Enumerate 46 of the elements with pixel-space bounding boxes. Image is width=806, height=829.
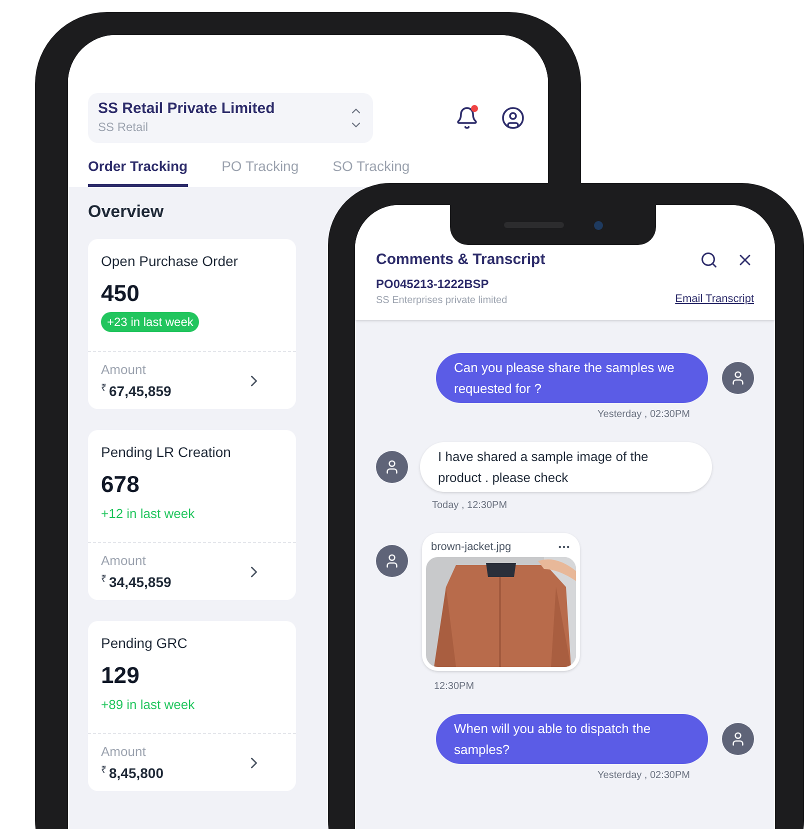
card-title: Pending LR Creation: [101, 442, 231, 462]
currency-symbol: ₹: [101, 764, 107, 778]
tab[interactable]: Order Tracking: [88, 157, 188, 175]
card-count: 450: [101, 278, 140, 308]
weekly-change: +23 in last week: [101, 312, 200, 332]
weekly-change: +89 in last week: [101, 696, 195, 714]
sent-message: Can you please share the samples we requested for ?: [436, 352, 708, 402]
avatar-icon: [722, 362, 754, 394]
chat-title: Comments & Transcript: [376, 250, 546, 270]
avatar-icon: [722, 723, 754, 755]
weekly-change: +12 in last week: [101, 504, 195, 522]
section-title: Overview: [88, 201, 165, 223]
amount-label: Amount: [101, 742, 147, 760]
file-name: brown-jacket.jpg: [431, 540, 512, 554]
amount-value: 34,45,859: [109, 573, 172, 592]
card-title: Pending GRC: [101, 634, 188, 653]
message-time: Yesterday , 02:30PM: [598, 408, 690, 422]
amount-label: Amount: [101, 360, 147, 378]
organization-selector[interactable]: SS Retail Private Limited SS Retail: [88, 93, 373, 143]
message-time: Yesterday , 02:30PM: [598, 769, 690, 783]
summary-card[interactable]: Open Purchase Order 450 +23 in last week Amount ₹67,45,859: [88, 238, 296, 408]
amount-label: Amount: [101, 552, 147, 570]
notification-bell-icon[interactable]: [455, 106, 479, 130]
summary-card[interactable]: Pending GRC 129 +89 in last week Amount ₹8,45,800: [88, 620, 296, 790]
email-transcript-link[interactable]: Email Transcript: [675, 291, 754, 308]
avatar-icon: [376, 450, 408, 482]
amount-value: 8,45,800: [109, 764, 164, 783]
organization-name: SS Retail Private Limited: [98, 100, 275, 118]
image-attachment[interactable]: brown-jacket.jpg: [422, 532, 580, 671]
message-time: 12:30PM: [434, 680, 474, 694]
profile-icon[interactable]: [501, 106, 525, 130]
message-time: Today , 12:30PM: [432, 498, 508, 512]
order-id: PO045213-1222BSP: [376, 276, 490, 292]
company-name: SS Enterprises private limited: [376, 294, 508, 308]
currency-symbol: ₹: [101, 382, 107, 396]
summary-card[interactable]: Pending LR Creation 678 +12 in last week Amount ₹34,45,859: [88, 430, 296, 600]
search-icon[interactable]: [700, 251, 718, 270]
card-count: 678: [101, 470, 140, 498]
avatar-icon: [376, 544, 408, 576]
organization-subtitle: SS Retail: [98, 119, 150, 136]
card-title: Open Purchase Order: [101, 252, 238, 271]
card-count: 129: [101, 660, 140, 690]
sent-message: When will you able to dispatch the samples?: [436, 714, 708, 764]
received-message: I have shared a sample image of the product . please check: [420, 442, 712, 492]
amount-value: 67,45,859: [109, 382, 172, 401]
currency-symbol: ₹: [101, 573, 107, 587]
